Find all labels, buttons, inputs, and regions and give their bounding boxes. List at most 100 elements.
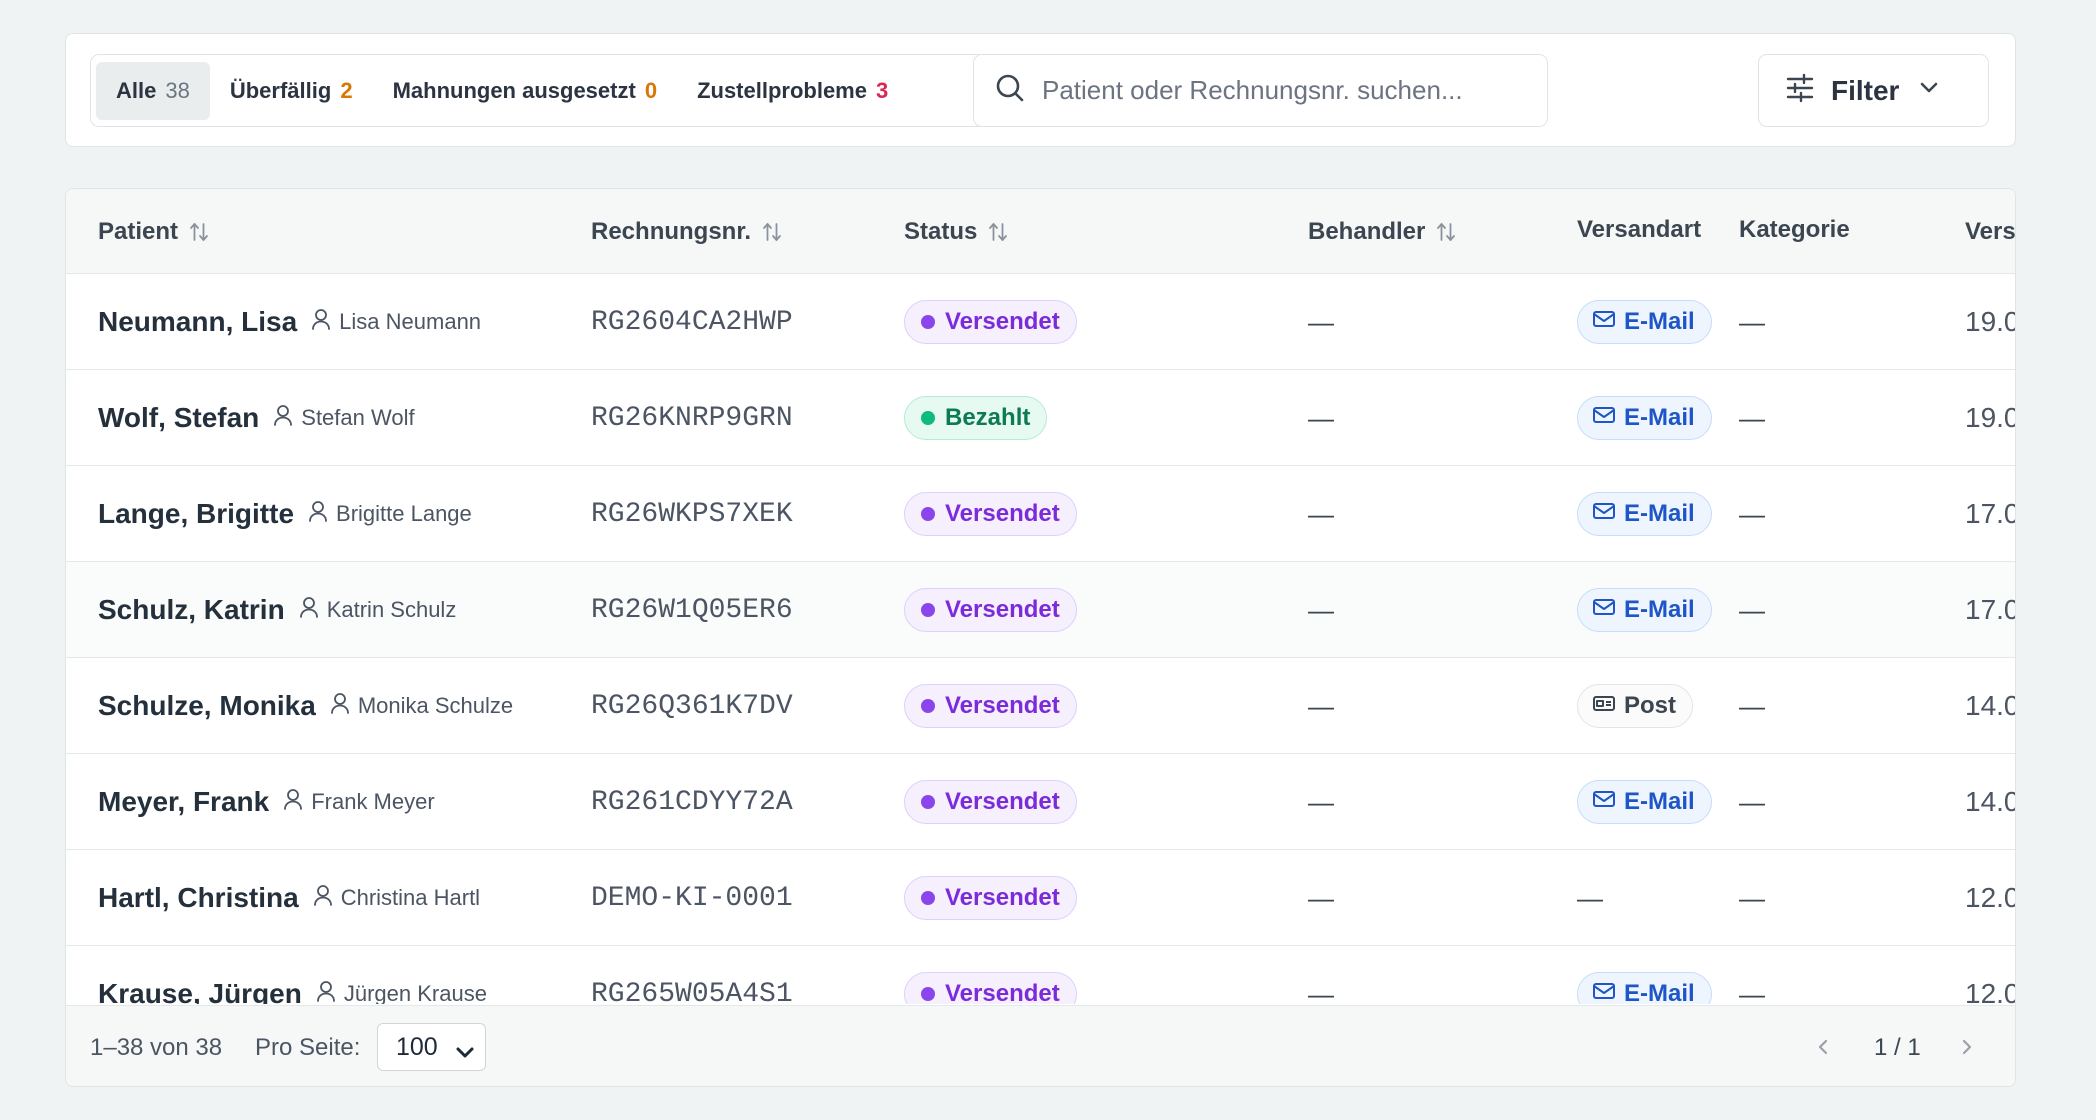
invoice-number[interactable]: RG26Q361K7DV: [591, 658, 793, 754]
kategorie-cell: —: [1739, 402, 1765, 433]
column-label: Patient: [98, 217, 179, 245]
versand-date-cell: 19.0: [1965, 306, 2015, 337]
versandart-badge: E-Mail: [1577, 396, 1712, 440]
status-badge: Versendet: [904, 300, 1077, 344]
patient-name[interactable]: Lange, Brigitte: [98, 498, 294, 530]
behandler-cell: —: [1308, 786, 1334, 817]
user-icon: [273, 404, 301, 432]
versandart-cell: —: [1577, 850, 1603, 946]
filter-button[interactable]: Filter: [1758, 54, 1989, 127]
behandler-cell: —: [1308, 498, 1334, 529]
patient-cell: Krause, Jürgen Jürgen Krause: [98, 946, 487, 1004]
mail-icon: [1592, 308, 1624, 336]
patient-cell: Neumann, Lisa Lisa Neumann: [98, 274, 481, 370]
column-header-patient[interactable]: Patient: [98, 189, 210, 274]
column-header-behandler[interactable]: Behandler: [1308, 189, 1457, 274]
kategorie-cell: —: [1739, 594, 1765, 625]
versandart-label: E-Mail: [1624, 596, 1695, 623]
user-icon: [283, 788, 311, 816]
patient-user: Monika Schulze: [330, 692, 513, 720]
status-cell: Versendet: [904, 274, 1077, 370]
status-badge: Versendet: [904, 588, 1077, 632]
tab-label: Mahnungen ausgesetzt: [392, 77, 636, 103]
patient-cell: Wolf, Stefan Stefan Wolf: [98, 370, 415, 466]
column-header-status[interactable]: Status: [904, 189, 1009, 274]
versandart-label: E-Mail: [1624, 500, 1695, 527]
tab-mahnungen-ausgesetzt[interactable]: Mahnungen ausgesetzt 0: [373, 62, 678, 120]
user-icon: [313, 884, 341, 912]
toolbar: Alle 38 Überfällig 2 Mahnungen ausgesetz…: [65, 33, 2016, 147]
invoice-number[interactable]: DEMO-KI-0001: [591, 850, 793, 946]
table-row[interactable]: Wolf, Stefan Stefan Wolf RG26KNRP9GRN Bezah…: [66, 370, 2015, 466]
tab-alle[interactable]: Alle 38: [96, 61, 210, 120]
table-row[interactable]: Hartl, Christina Christina Hartl DEMO-KI-0…: [66, 850, 2015, 946]
column-header-rechnungsnr[interactable]: Rechnungsnr.: [591, 189, 783, 274]
status-label: Versendet: [945, 308, 1060, 335]
invoice-number[interactable]: RG261CDYY72A: [591, 754, 793, 850]
search-input[interactable]: [1042, 75, 1522, 106]
tab-zustellprobleme[interactable]: Zustellprobleme 3: [677, 62, 908, 120]
status-cell: Versendet: [904, 946, 1077, 1004]
status-badge: Versendet: [904, 492, 1077, 536]
table-row[interactable]: Schulze, Monika Monika Schulze RG26Q361K7D…: [66, 658, 2015, 754]
versand-date-cell: 17.0: [1965, 594, 2015, 625]
per-page-select[interactable]: 100: [377, 1023, 486, 1071]
invoice-number[interactable]: RG26KNRP9GRN: [591, 370, 793, 466]
table-row[interactable]: Lange, Brigitte Brigitte Lange RG26WKPS7XE…: [66, 466, 2015, 562]
table-row[interactable]: Krause, Jürgen Jürgen Krause RG265W05A4S1 V…: [66, 946, 2015, 1004]
versandart-label: E-Mail: [1624, 404, 1695, 431]
user-icon: [299, 596, 327, 624]
status-cell: Versendet: [904, 658, 1077, 754]
status-cell: Versendet: [904, 754, 1077, 850]
patient-name[interactable]: Schulze, Monika: [98, 690, 316, 722]
patient-name[interactable]: Hartl, Christina: [98, 882, 299, 914]
tab-label: Zustellprobleme: [697, 77, 867, 103]
patient-user-label: Katrin Schulz: [326, 597, 457, 622]
column-label: Status: [904, 217, 978, 245]
versandart-cell: E-Mail: [1577, 274, 1712, 370]
invoice-number[interactable]: RG265W05A4S1: [591, 946, 793, 1005]
patient-name[interactable]: Schulz, Katrin: [98, 594, 285, 626]
status-badge: Versendet: [904, 780, 1077, 824]
invoice-number[interactable]: RG2604CA2HWP: [591, 274, 793, 370]
patient-cell: Lange, Brigitte Brigitte Lange: [98, 466, 472, 562]
patient-user: Christina Hartl: [313, 884, 480, 912]
patient-name[interactable]: Neumann, Lisa: [98, 306, 297, 338]
status-cell: Versendet: [904, 562, 1077, 658]
patient-user: Jürgen Krause: [316, 980, 487, 1004]
table-row[interactable]: Schulz, Katrin Katrin Schulz RG26W1Q05ER6 V…: [66, 562, 2015, 658]
patient-name[interactable]: Wolf, Stefan: [98, 402, 259, 434]
sort-icon: [188, 221, 210, 243]
invoice-number[interactable]: RG26W1Q05ER6: [591, 562, 793, 658]
column-label: Versandart: [1577, 215, 1702, 243]
previous-page-button[interactable]: [1813, 1033, 1833, 1066]
table-row[interactable]: Meyer, Frank Frank Meyer RG261CDYY72A Verse…: [66, 754, 2015, 850]
versand-date-cell: 12.0: [1965, 882, 2015, 913]
patient-user-label: Christina Hartl: [340, 885, 481, 910]
column-header-versandart: Versandart: [1577, 189, 1702, 272]
patient-user-label: Monika Schulze: [357, 693, 514, 718]
mail-icon: [1592, 404, 1624, 432]
tab-ueberfaellig[interactable]: Überfällig 2: [210, 62, 373, 120]
next-page-button[interactable]: [1957, 1033, 1977, 1066]
mail-icon: [1592, 500, 1624, 528]
versandart-cell: E-Mail: [1577, 466, 1712, 562]
status-badge: Versendet: [904, 876, 1077, 920]
table-row[interactable]: Neumann, Lisa Lisa Neumann RG2604CA2HWP Ver…: [66, 274, 2015, 370]
status-dot: [921, 699, 935, 713]
patient-name[interactable]: Meyer, Frank: [98, 786, 269, 818]
patient-cell: Schulze, Monika Monika Schulze: [98, 658, 513, 754]
user-icon: [330, 692, 358, 720]
behandler-cell: —: [1308, 978, 1334, 1005]
status-label: Versendet: [945, 500, 1060, 527]
patient-name[interactable]: Krause, Jürgen: [98, 978, 302, 1004]
status-badge: Versendet: [904, 972, 1077, 1004]
user-icon: [316, 980, 344, 1004]
invoice-number[interactable]: RG26WKPS7XEK: [591, 466, 793, 562]
column-header-kategorie: Kategorie: [1739, 189, 1850, 272]
status-label: Versendet: [945, 788, 1060, 815]
per-page-label: Pro Seite:: [255, 1033, 361, 1061]
table-body: Neumann, Lisa Lisa Neumann RG2604CA2HWP Ver…: [66, 274, 2015, 1004]
versand-date-cell: 17.0: [1965, 498, 2015, 529]
versandart-badge: E-Mail: [1577, 780, 1712, 824]
